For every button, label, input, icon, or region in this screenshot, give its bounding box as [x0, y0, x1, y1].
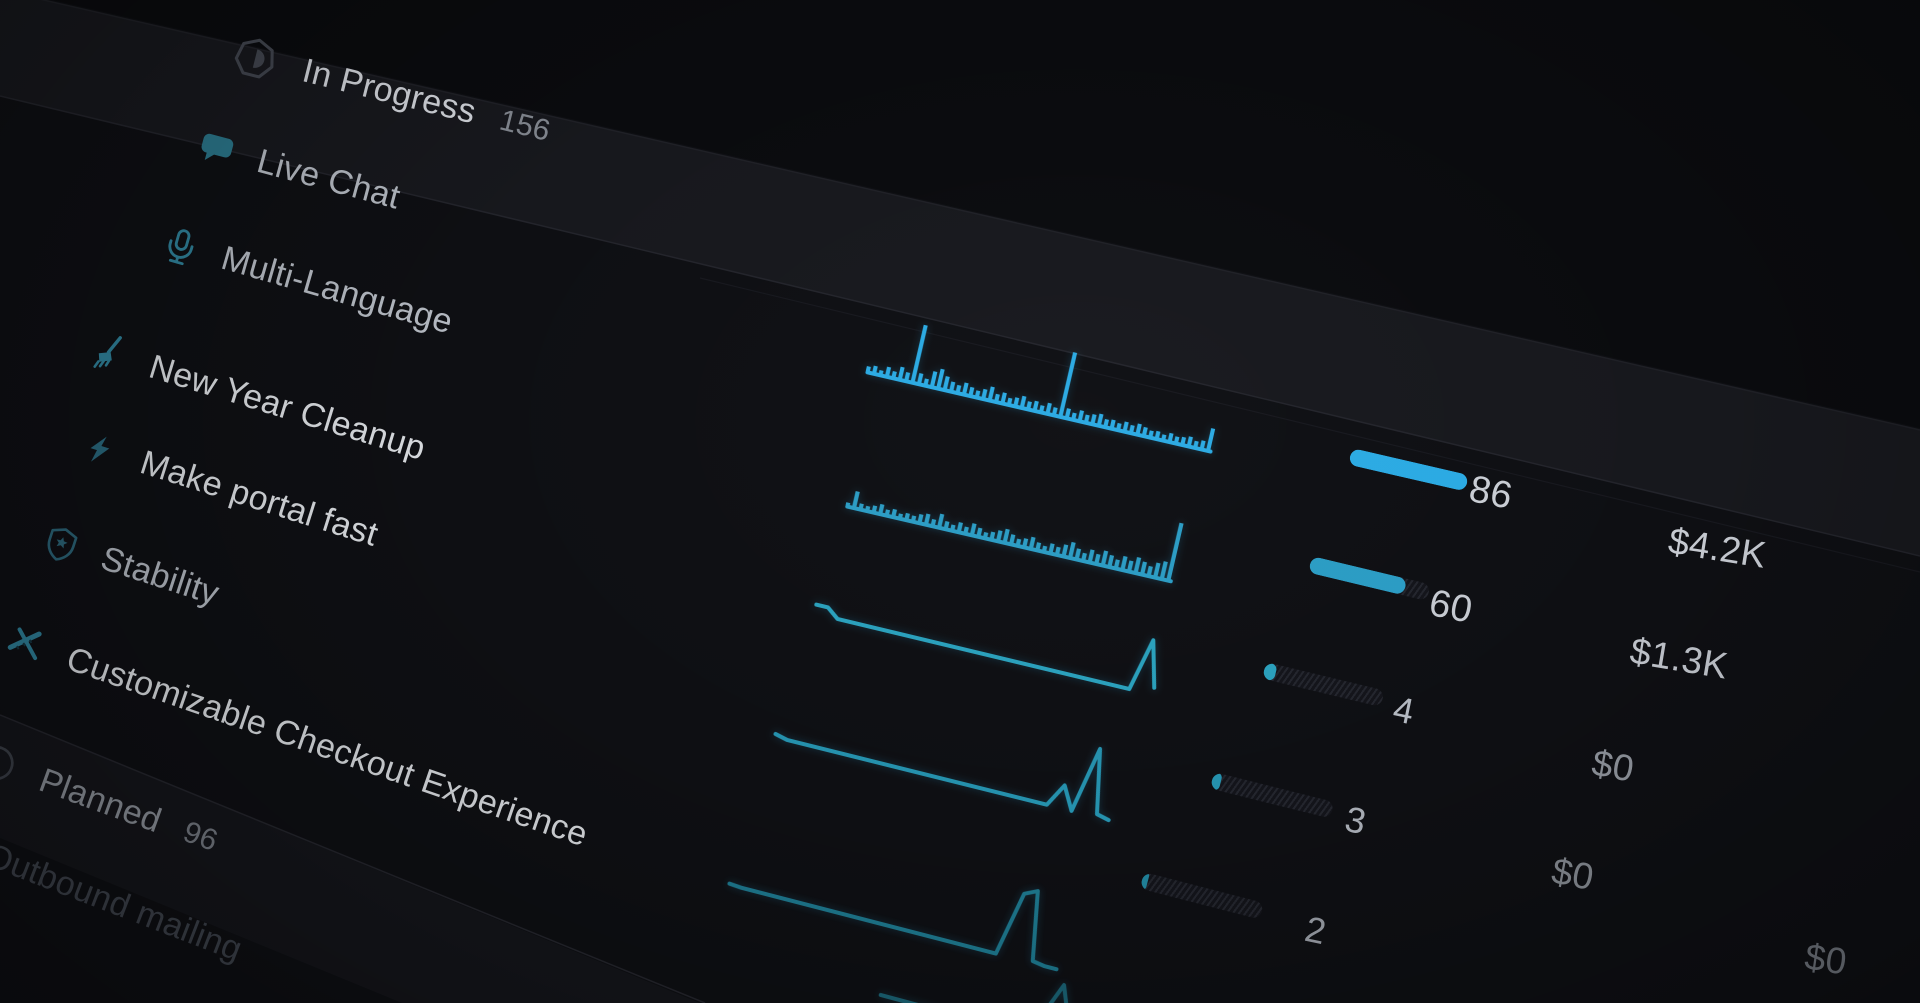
revenue-value-row-3: $0	[1589, 742, 1637, 791]
revenue-value-corner: $0	[1802, 936, 1849, 983]
score-value-row-2: 60	[1425, 582, 1476, 633]
score-value-row-1: 86	[1465, 468, 1516, 519]
feature-board-hero: In Progress 156 Live Chat Multi-Language…	[0, 0, 1920, 1003]
group-count-badge: 156	[496, 103, 554, 148]
revenue-value-row-4: $0	[1548, 850, 1597, 899]
